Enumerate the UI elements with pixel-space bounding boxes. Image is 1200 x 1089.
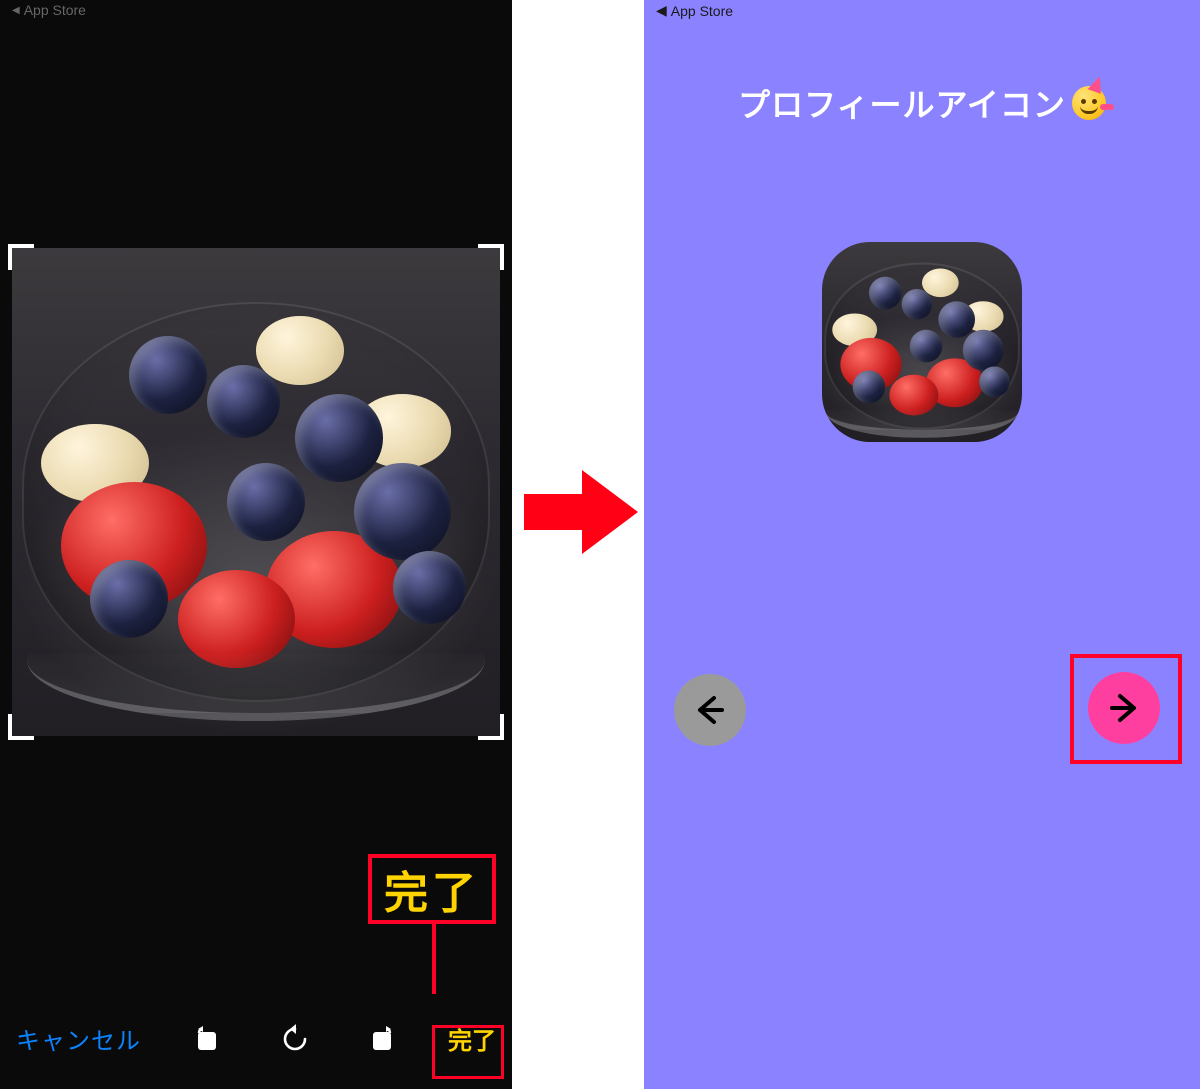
annotation-done-label: 完了 — [368, 854, 496, 924]
rotate-left-button[interactable] — [182, 1022, 230, 1054]
rotate-right-button[interactable] — [359, 1022, 407, 1054]
annotation-done-highlight-icon — [432, 1025, 504, 1079]
arrow-left-icon — [692, 692, 728, 728]
undo-icon — [278, 1021, 312, 1055]
photo-preview[interactable] — [12, 248, 500, 736]
statusbar-back-label: App Store — [24, 2, 86, 18]
back-chevron-icon: ◀ — [12, 5, 20, 16]
rotate-left-icon — [190, 1022, 222, 1054]
statusbar-back-label: App Store — [671, 3, 733, 19]
annotation-next-highlight-icon — [1070, 654, 1182, 764]
crop-handle-bottom-right-icon[interactable] — [478, 714, 504, 740]
avatar-preview[interactable] — [822, 242, 1022, 442]
party-face-emoji-icon — [1072, 86, 1106, 120]
crop-editor-screen: ◀ App Store — [0, 0, 512, 1089]
profile-icon-screen: ◀ App Store プロフィールアイコン — [644, 0, 1200, 1089]
cancel-button[interactable]: キャンセル — [16, 1021, 141, 1056]
page-title: プロフィールアイコン — [644, 80, 1200, 126]
annotation-leader-line-icon — [432, 924, 436, 994]
tutorial-next-arrow-icon — [524, 468, 638, 556]
crop-handle-top-left-icon[interactable] — [8, 244, 34, 270]
status-bar-back[interactable]: ◀ App Store — [656, 2, 733, 19]
crop-frame[interactable] — [12, 248, 500, 736]
back-chevron-icon: ◀ — [656, 2, 667, 19]
back-button[interactable] — [674, 674, 746, 746]
undo-button[interactable] — [271, 1021, 319, 1055]
status-bar-back[interactable]: ◀ App Store — [12, 2, 86, 18]
crop-handle-top-right-icon[interactable] — [478, 244, 504, 270]
crop-handle-bottom-left-icon[interactable] — [8, 714, 34, 740]
rotate-right-icon — [367, 1022, 399, 1054]
